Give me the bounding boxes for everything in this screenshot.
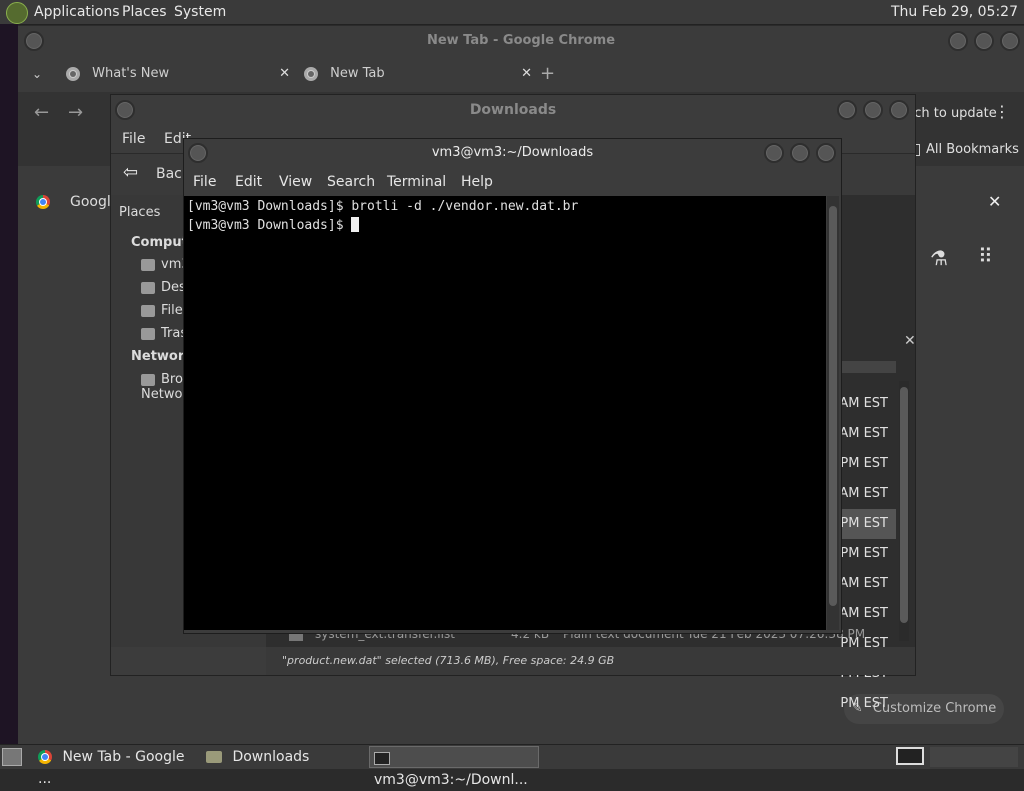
trash-icon <box>141 327 155 340</box>
tab-label: New Tab <box>330 66 385 81</box>
close-icon[interactable]: ✕ <box>279 56 290 92</box>
drive-icon <box>141 304 155 317</box>
places-menu[interactable]: Places <box>122 4 167 20</box>
chrome-title: New Tab - Google Chrome <box>426 33 616 48</box>
top-panel: Applications Places System Thu Feb 29, 0… <box>0 0 1024 25</box>
taskbar-label: New Tab - Google ... <box>38 749 185 787</box>
update-button[interactable]: nch to update <box>906 106 997 121</box>
fm-close-button[interactable] <box>889 100 909 120</box>
all-bookmarks-button[interactable]: All Bookmarks <box>926 142 1019 157</box>
tab-label: What's New <box>92 66 170 81</box>
term-close-button[interactable] <box>816 143 836 163</box>
close-icon[interactable]: ✕ <box>988 192 1001 211</box>
taskbar-label: Downloads <box>232 749 310 765</box>
google-icon <box>36 194 50 209</box>
terminal-prompt: [vm3@vm3 Downloads]$ <box>187 218 352 233</box>
arrow-left-icon[interactable]: ← <box>34 102 49 123</box>
downloads-title: Downloads <box>469 102 557 118</box>
term-minimize-button[interactable] <box>764 143 784 163</box>
chevron-down-icon[interactable]: ⌄ <box>32 56 42 92</box>
arrow-right-icon[interactable]: → <box>68 102 83 123</box>
terminal-scrollbar[interactable] <box>827 196 839 630</box>
bottom-panel: New Tab - Google ... Downloads vm3@vm3:~… <box>0 744 1024 788</box>
close-icon[interactable]: ✕ <box>904 333 916 349</box>
term-menu-file[interactable]: File <box>193 169 216 195</box>
flask-icon[interactable]: ⚗ <box>930 246 948 270</box>
workspace-2[interactable] <box>930 747 1018 767</box>
chrome-close-button[interactable] <box>1000 31 1020 51</box>
terminal-window: vm3@vm3:~/Downloads File Edit View Searc… <box>183 138 842 634</box>
term-menu-edit[interactable]: Edit <box>235 169 262 195</box>
term-menu-help[interactable]: Help <box>461 169 493 195</box>
taskbar-item-chrome[interactable]: New Tab - Google ... <box>34 746 198 787</box>
grid-icon[interactable]: ⠿ <box>978 244 993 268</box>
chrome-icon <box>66 66 80 81</box>
terminal-output[interactable]: [vm3@vm3 Downloads]$ brotli -d ./vendor.… <box>184 196 826 630</box>
fm-scrollbar[interactable] <box>899 381 909 641</box>
term-menu-search[interactable]: Search <box>327 169 375 195</box>
term-menu-button[interactable] <box>188 143 208 163</box>
term-maximize-button[interactable] <box>790 143 810 163</box>
chrome-maximize-button[interactable] <box>974 31 994 51</box>
folder-icon <box>206 751 222 763</box>
applications-menu[interactable]: Applications <box>34 4 120 20</box>
tab-new-tab[interactable]: New Tab ✕ <box>304 56 532 92</box>
fm-menu-file[interactable]: File <box>122 125 145 153</box>
distro-logo-icon[interactable] <box>6 2 28 24</box>
network-icon <box>141 373 155 386</box>
taskbar-label: vm3@vm3:~/Downl... <box>374 772 528 788</box>
chrome-minimize-button[interactable] <box>948 31 968 51</box>
desktop-background <box>0 24 18 744</box>
desktop-icon <box>141 281 155 294</box>
fm-statusbar: "product.new.dat" selected (713.6 MB), F… <box>266 647 915 675</box>
fm-maximize-button[interactable] <box>863 100 883 120</box>
terminal-menubar: File Edit View Search Terminal Help <box>184 169 841 195</box>
fm-scroll-thumb[interactable] <box>900 387 908 623</box>
chrome-menu-button[interactable] <box>24 31 44 51</box>
plus-icon[interactable]: + <box>540 56 555 92</box>
show-desktop-icon[interactable] <box>2 748 22 766</box>
term-menu-view[interactable]: View <box>279 169 312 195</box>
back-arrow-icon[interactable]: ⇦ <box>123 162 138 183</box>
workspace-switcher[interactable] <box>896 747 924 765</box>
places-header[interactable]: Places <box>119 205 160 220</box>
term-menu-terminal[interactable]: Terminal <box>387 169 446 195</box>
chrome-icon <box>38 750 52 764</box>
list-item[interactable]: PM EST <box>266 689 896 719</box>
terminal-title: vm3@vm3:~/Downloads <box>431 145 594 160</box>
home-icon <box>141 258 155 271</box>
fm-minimize-button[interactable] <box>837 100 857 120</box>
fm-menu-button[interactable] <box>115 100 135 120</box>
terminal-line: [vm3@vm3 Downloads]$ brotli -d ./vendor.… <box>187 199 579 214</box>
close-icon[interactable]: ✕ <box>521 56 532 92</box>
terminal-icon <box>374 751 390 765</box>
chrome-icon <box>304 66 318 81</box>
terminal-prompt-line: [vm3@vm3 Downloads]$ <box>187 217 360 233</box>
taskbar-item-terminal[interactable]: vm3@vm3:~/Downl... <box>369 746 539 788</box>
taskbar-item-downloads[interactable]: Downloads <box>202 746 366 768</box>
more-vert-icon[interactable]: ⋮ <box>994 102 1010 121</box>
tab-whats-new[interactable]: What's New ✕ <box>66 56 290 92</box>
terminal-cursor <box>351 217 360 232</box>
clock[interactable]: Thu Feb 29, 05:27 <box>891 4 1018 20</box>
terminal-scroll-thumb[interactable] <box>829 206 837 606</box>
system-menu[interactable]: System <box>174 4 226 20</box>
chrome-tab-strip: ⌄ What's New ✕ New Tab ✕ + <box>18 56 1024 92</box>
